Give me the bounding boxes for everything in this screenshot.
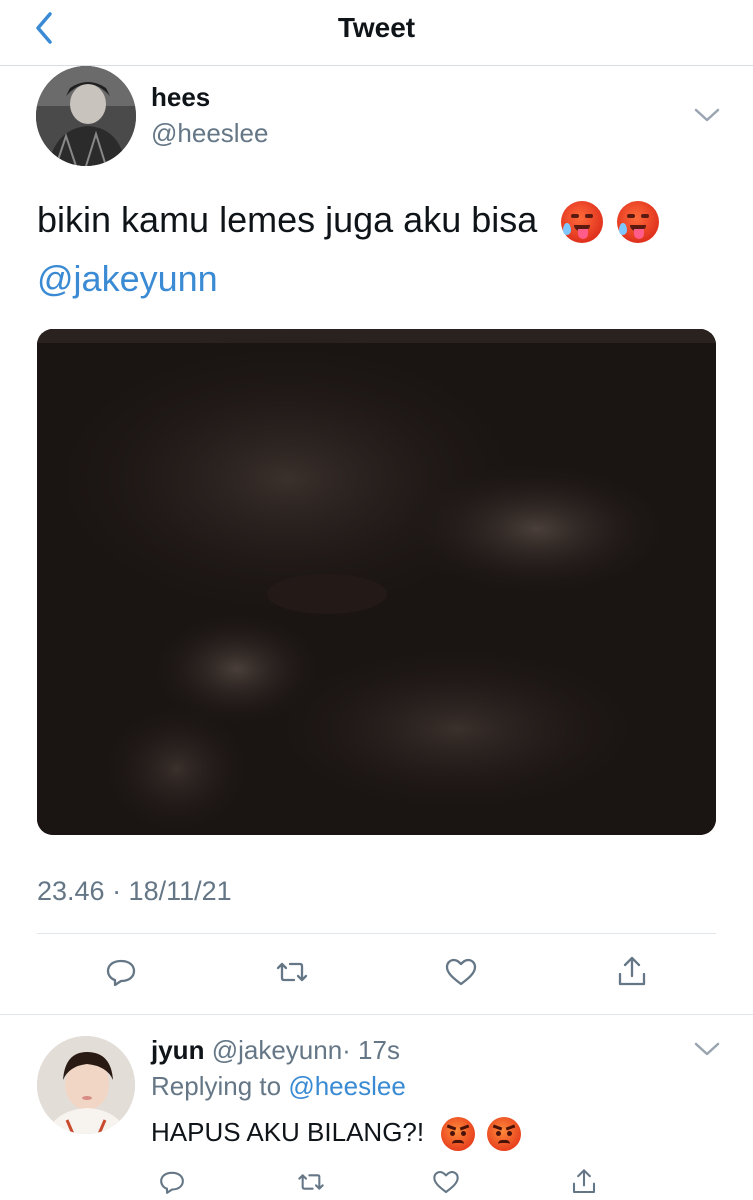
reply-author-avatar[interactable]: [37, 1036, 135, 1134]
tweet-options-button[interactable]: [694, 107, 720, 123]
reply-time: · 17s: [342, 1035, 400, 1065]
like-button[interactable]: [439, 950, 483, 994]
divider: [37, 933, 716, 934]
reply-share-button[interactable]: [562, 1160, 606, 1200]
tweet-body-text: bikin kamu lemes juga aku bisa: [37, 199, 538, 240]
reply-icon: [160, 1171, 184, 1194]
mention-link[interactable]: @jakeyunn: [37, 258, 218, 300]
author-handle[interactable]: @heeslee: [151, 118, 268, 149]
reply-author-name[interactable]: jyun: [151, 1035, 204, 1065]
angry-face-emoji: [486, 1117, 521, 1152]
reply-retweet-button[interactable]: [289, 1160, 333, 1200]
top-navigation-bar: Tweet: [0, 0, 753, 66]
reply-like-button[interactable]: [424, 1160, 468, 1200]
reply-author-handle[interactable]: @jakeyunn: [212, 1035, 342, 1065]
reply-reply-button[interactable]: [150, 1160, 194, 1200]
chevron-down-icon: [694, 108, 720, 122]
hot-face-emoji: [617, 201, 660, 244]
replying-to-link[interactable]: @heeslee: [288, 1071, 405, 1101]
divider: [0, 1014, 753, 1015]
hot-face-emoji: [561, 201, 604, 244]
author-avatar[interactable]: [36, 66, 136, 166]
retweet-button[interactable]: [270, 950, 314, 994]
reply-button[interactable]: [99, 950, 143, 994]
tweet-timestamp: 23.46 · 18/11/21: [37, 876, 232, 906]
angry-face-emoji: [441, 1117, 476, 1152]
replying-to-line: Replying to @heeslee: [151, 1071, 406, 1102]
retweet-icon: [298, 1174, 324, 1190]
reply-icon: [106, 959, 136, 987]
like-icon: [445, 958, 477, 986]
reply-header: jyun @jakeyunn· 17s: [151, 1035, 400, 1066]
tweet-text: bikin kamu lemes juga aku bisa: [37, 198, 660, 244]
author-name[interactable]: hees: [151, 82, 210, 113]
share-button[interactable]: [610, 950, 654, 994]
reply-options-button[interactable]: [694, 1041, 720, 1057]
page-title: Tweet: [337, 12, 416, 43]
share-icon: [572, 1169, 596, 1194]
like-icon: [433, 1170, 459, 1194]
retweet-icon: [276, 962, 308, 982]
chevron-down-icon: [694, 1042, 720, 1056]
share-icon: [618, 956, 646, 986]
replying-to-label: Replying to: [151, 1071, 282, 1101]
tweet-media-video[interactable]: [37, 329, 716, 835]
reply-body-text: HAPUS AKU BILANG?!: [151, 1117, 425, 1147]
reply-text: HAPUS AKU BILANG?!: [151, 1117, 521, 1152]
